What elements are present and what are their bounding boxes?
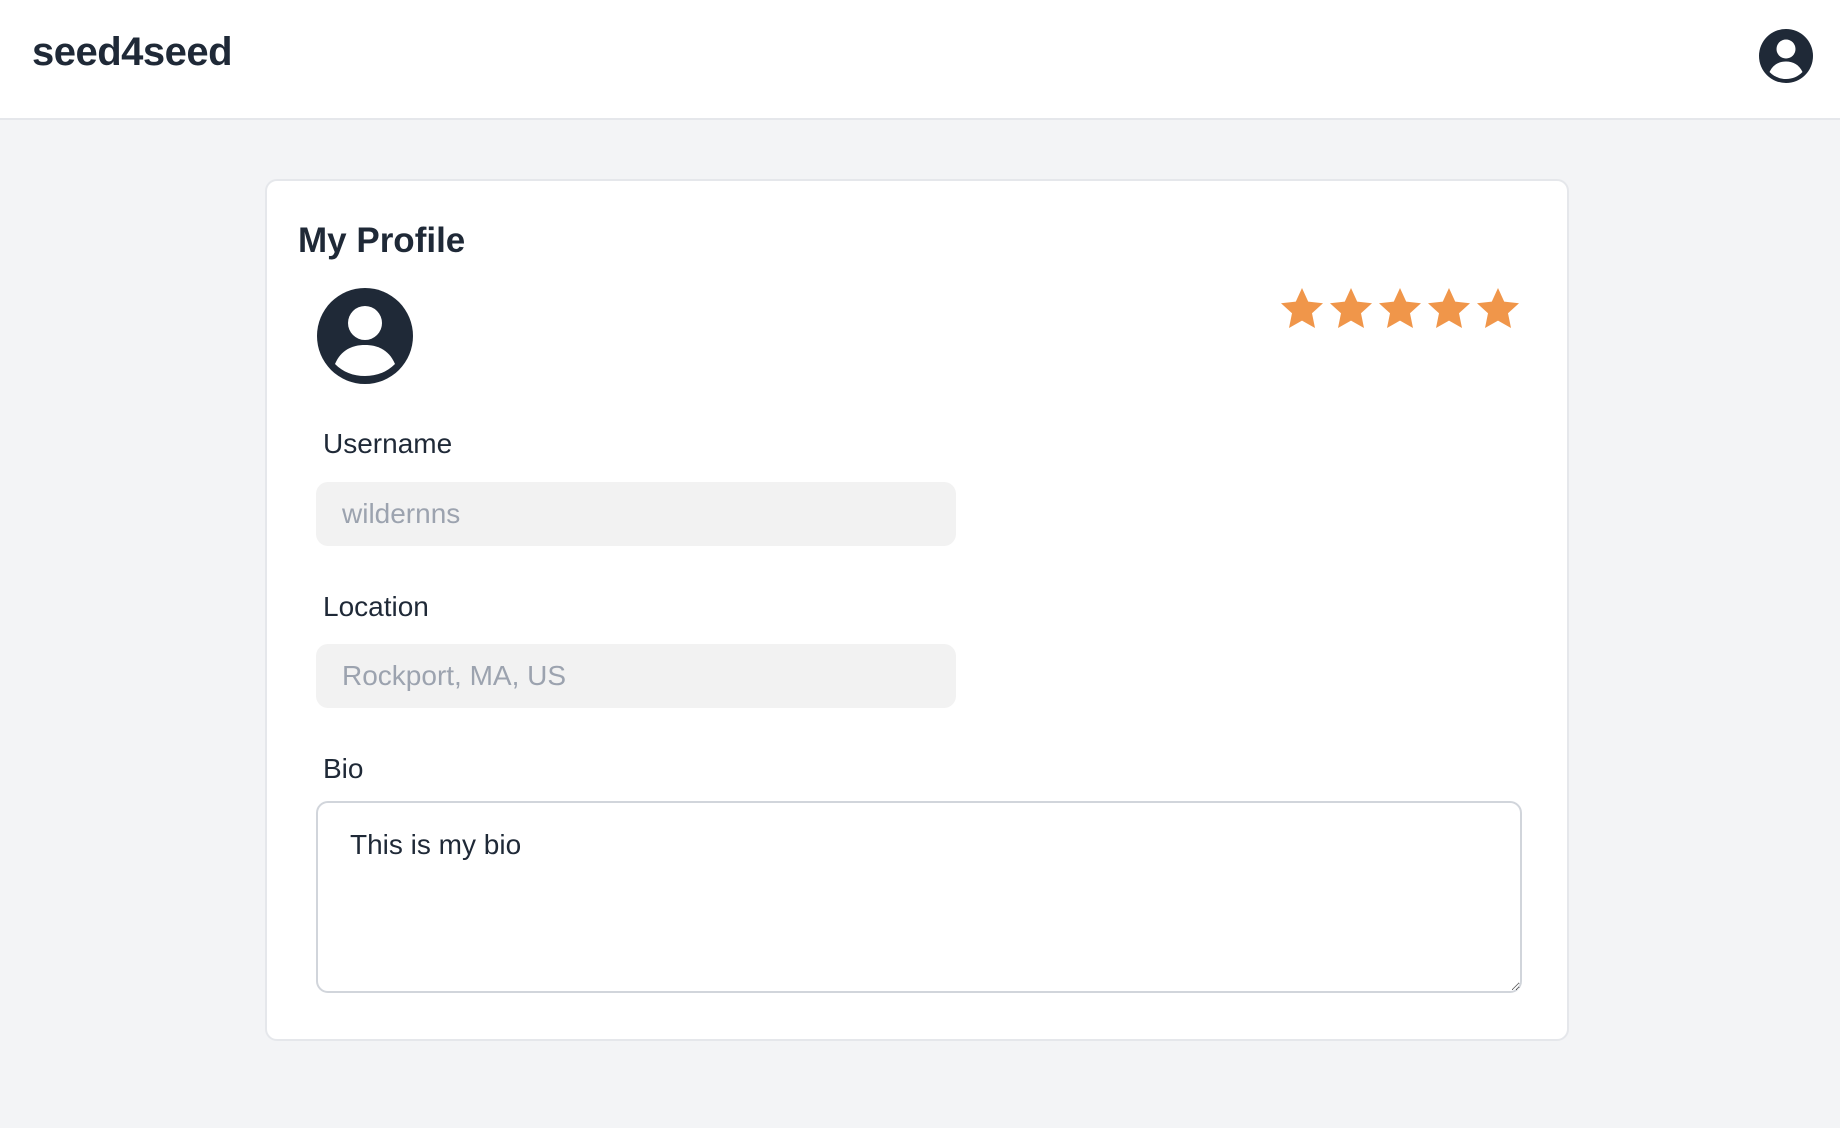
star-icon (1477, 288, 1519, 328)
location-input[interactable] (316, 644, 956, 708)
bio-textarea[interactable]: This is my bio (316, 801, 1522, 993)
account-button[interactable] (1758, 28, 1814, 84)
avatar (316, 287, 414, 385)
brand-logo[interactable]: seed4seed (32, 30, 233, 75)
location-label: Location (323, 591, 429, 622)
username-label: Username (323, 428, 453, 459)
bio-label: Bio (323, 753, 364, 784)
page-title: My Profile (298, 221, 466, 260)
star-icon (1281, 288, 1323, 328)
profile-card: My Profile Username Location Bio This is… (265, 179, 1569, 1041)
user-circle-icon (1759, 29, 1813, 83)
star-rating (1278, 285, 1522, 335)
top-navbar: seed4seed (0, 0, 1840, 120)
username-input[interactable] (316, 482, 956, 546)
user-circle-icon (317, 288, 413, 384)
star-icon (1379, 288, 1421, 328)
star-icon (1428, 288, 1470, 328)
star-icon (1330, 288, 1372, 328)
